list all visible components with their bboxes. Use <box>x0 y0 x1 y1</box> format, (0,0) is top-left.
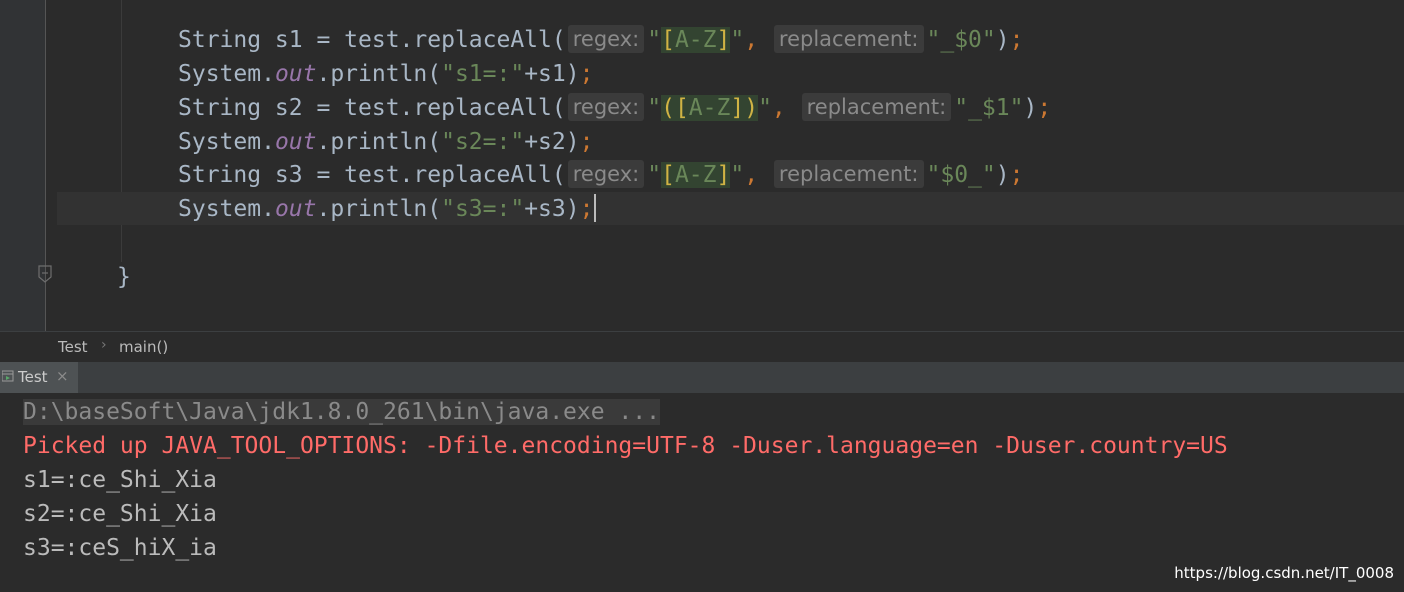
text-caret <box>594 194 597 222</box>
close-icon[interactable]: × <box>56 367 69 385</box>
breadcrumb: Test › main() <box>0 331 1404 363</box>
code-line[interactable]: System.out.println("s3=:"+s3); <box>178 192 597 226</box>
code-token: "s1=:" <box>441 61 525 87</box>
code-token: , <box>744 27 772 53</box>
run-tab-bar: Test × <box>0 362 1404 393</box>
console-command[interactable]: D:\baseSoft\Java\jdk1.8.0_261\bin\java.e… <box>23 399 660 425</box>
console-output[interactable]: D:\baseSoft\Java\jdk1.8.0_261\bin\java.e… <box>0 393 1404 592</box>
code-token: ) <box>1023 95 1038 121</box>
code-token: ) <box>995 162 1010 188</box>
code-token: "$0_" <box>926 162 996 188</box>
code-token: " <box>730 162 745 188</box>
code-token: "s2=:" <box>441 129 525 155</box>
code-token: ; <box>579 129 594 155</box>
console-stderr-line: Picked up JAVA_TOOL_OPTIONS: -Dfile.enco… <box>23 433 1228 459</box>
code-token: String s1 = test.replaceAll( <box>178 27 566 53</box>
code-token: ; <box>1009 27 1024 53</box>
code-token: String s3 = test.replaceAll( <box>178 162 566 188</box>
breadcrumb-method[interactable]: main() <box>119 338 168 356</box>
watermark: https://blog.csdn.net/IT_0008 <box>1174 564 1394 582</box>
code-token: .println( <box>316 61 442 87</box>
code-line[interactable]: String s1 = test.replaceAll(regex: "[A-Z]… <box>178 23 1023 57</box>
parameter-hint: replacement: <box>773 160 924 188</box>
code-token: A-Z <box>674 27 717 53</box>
code-editor[interactable]: String s1 = test.replaceAll(regex: "[A-Z]… <box>0 0 1404 331</box>
code-token: "_$1" <box>954 95 1024 121</box>
console-command-line: D:\baseSoft\Java\jdk1.8.0_261\bin\java.e… <box>23 395 660 429</box>
code-token: +s3) <box>524 196 580 222</box>
code-token: ( <box>661 95 675 121</box>
code-token: System. <box>178 196 275 222</box>
code-token: ) <box>744 95 759 121</box>
code-line[interactable]: System.out.println("s2=:"+s2); <box>178 125 593 159</box>
code-token: out <box>274 196 317 222</box>
code-token: ] <box>716 162 731 188</box>
parameter-hint: replacement: <box>773 25 924 53</box>
closing-brace: } <box>117 264 131 290</box>
fold-marker-icon[interactable] <box>37 264 53 284</box>
code-token: , <box>744 162 772 188</box>
parameter-hint: replacement: <box>801 93 952 121</box>
run-tab-label: Test <box>18 368 48 386</box>
code-token: System. <box>178 61 275 87</box>
code-token: .println( <box>316 129 442 155</box>
code-token: out <box>274 129 317 155</box>
code-token: ] <box>716 27 731 53</box>
console-output-line: s2=:ce_Shi_Xia <box>23 501 217 527</box>
code-token: " <box>647 162 662 188</box>
code-token: " <box>758 95 772 121</box>
console-output-line: s1=:ce_Shi_Xia <box>23 467 217 493</box>
breadcrumb-separator: › <box>101 337 107 353</box>
code-token: ; <box>1037 95 1052 121</box>
code-token: " <box>647 27 662 53</box>
code-token: String s2 = test.replaceAll( <box>178 95 566 121</box>
parameter-hint: regex: <box>567 93 645 121</box>
code-token: , <box>771 95 800 121</box>
code-token: " <box>647 95 662 121</box>
code-token: ; <box>1009 162 1024 188</box>
code-token: A-Z <box>674 162 717 188</box>
parameter-hint: regex: <box>567 160 645 188</box>
code-token: "s3=:" <box>441 196 525 222</box>
parameter-hint: regex: <box>567 25 645 53</box>
code-token: +s1) <box>524 61 580 87</box>
code-token: [ <box>661 162 675 188</box>
code-token: out <box>274 61 317 87</box>
code-token: ) <box>995 27 1010 53</box>
breadcrumb-class[interactable]: Test <box>58 338 88 356</box>
code-token: "_$0" <box>926 27 996 53</box>
code-token: ; <box>579 61 594 87</box>
code-line[interactable]: System.out.println("s1=:"+s1); <box>178 57 593 91</box>
code-token: ; <box>579 196 594 222</box>
code-line[interactable]: String s3 = test.replaceAll(regex: "[A-Z]… <box>178 158 1023 192</box>
code-token: ] <box>730 95 745 121</box>
run-config-icon <box>2 370 14 382</box>
console-output-line: s3=:ceS_hiX_ia <box>23 535 217 561</box>
code-token: +s2) <box>524 129 580 155</box>
code-token: System. <box>178 129 275 155</box>
code-token: " <box>730 27 745 53</box>
run-tab-test[interactable]: Test × <box>0 362 78 393</box>
code-token: A-Z <box>688 95 731 121</box>
code-token: [ <box>661 27 675 53</box>
code-line[interactable]: String s2 = test.replaceAll(regex: "([A-Z… <box>178 91 1051 125</box>
code-token: [ <box>674 95 689 121</box>
code-token: .println( <box>316 196 442 222</box>
